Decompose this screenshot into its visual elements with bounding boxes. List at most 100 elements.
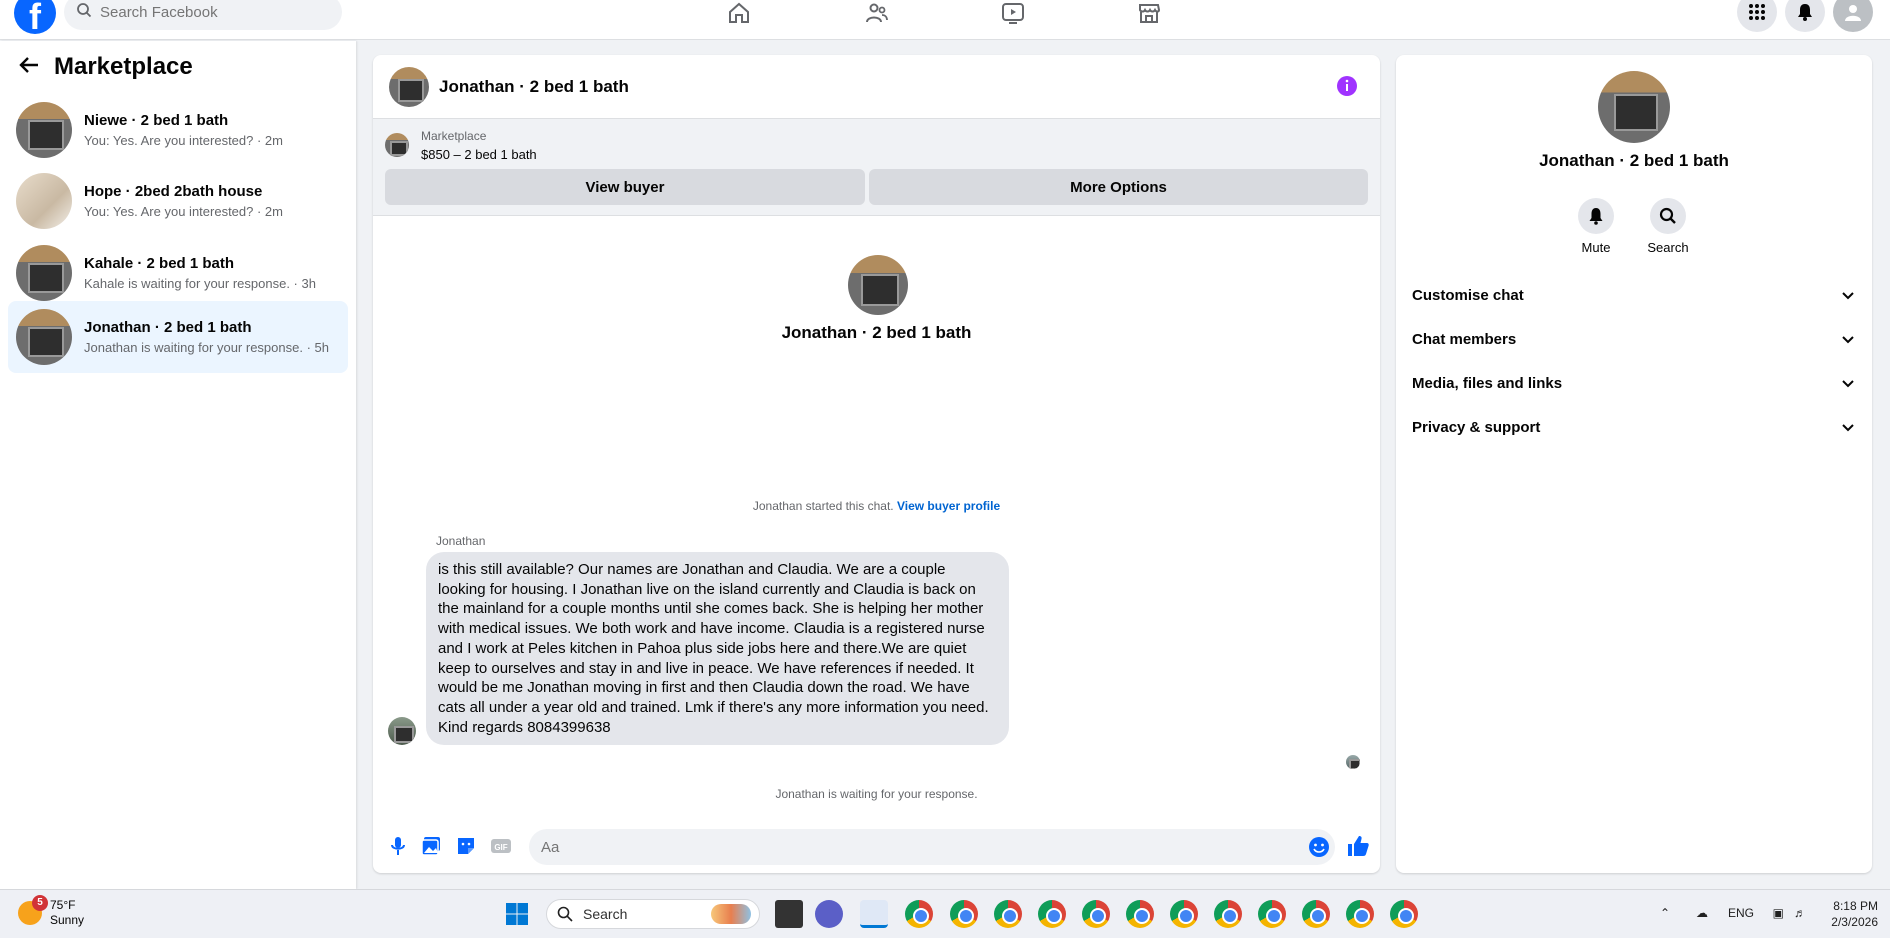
weather-temperature: 75°F <box>50 898 76 912</box>
search-icon <box>557 906 573 922</box>
terminal-app-icon[interactable] <box>775 900 803 928</box>
section-label: Media, files and links <box>1412 374 1563 392</box>
waiting-notice: Jonathan is waiting for your response. <box>775 787 978 801</box>
chrome-profile-icon[interactable] <box>1126 900 1154 928</box>
message-composer: GIF <box>373 825 1380 869</box>
marketplace-listing-bar: Marketplace $850 – 2 bed 1 bath View buy… <box>373 119 1380 216</box>
chevron-up-icon[interactable]: ⌃ <box>1660 906 1670 920</box>
chevron-down-icon <box>1842 424 1854 432</box>
mute-button[interactable]: Mute <box>1566 198 1626 255</box>
conversation-preview: You: Yes. Are you interested? · 2m <box>84 204 283 219</box>
search-icon <box>76 2 92 23</box>
bell-icon <box>1589 208 1603 225</box>
chat-started-notice: Jonathan started this chat. View buyer p… <box>373 499 1380 513</box>
taskbar-search[interactable]: Search <box>546 899 760 929</box>
marketplace-sidebar: Marketplace Niewe · 2 bed 1 bath You: Ye… <box>0 41 356 889</box>
chrome-profile-icon[interactable] <box>1038 900 1066 928</box>
back-arrow-icon[interactable] <box>18 54 54 81</box>
sidebar-title: Marketplace <box>54 53 193 80</box>
conversation-name: Hope · 2bed 2bath house <box>84 183 263 200</box>
chrome-profile-icon[interactable] <box>1302 900 1330 928</box>
view-buyer-button[interactable]: View buyer <box>385 169 865 205</box>
info-icon[interactable] <box>1336 75 1358 97</box>
chevron-down-icon <box>1842 292 1854 300</box>
thumbs-up-icon[interactable] <box>1346 834 1370 858</box>
conversation-item-active[interactable]: Jonathan · 2 bed 1 bath Jonathan is wait… <box>8 301 348 373</box>
seen-indicator-avatar <box>1346 755 1360 769</box>
clock-time: 8:18 PM <box>1833 899 1878 913</box>
chat-avatar[interactable] <box>389 66 429 107</box>
home-icon[interactable] <box>724 0 754 26</box>
chrome-profile-icon[interactable] <box>1346 900 1374 928</box>
chrome-profile-icon[interactable] <box>1082 900 1110 928</box>
listing-mini-thumbnail <box>385 133 409 157</box>
chrome-profile-icon[interactable] <box>1170 900 1198 928</box>
more-options-button[interactable]: More Options <box>869 169 1368 205</box>
listing-thumbnail <box>16 102 72 158</box>
search-in-chat-button[interactable]: Search <box>1638 198 1698 255</box>
friends-icon[interactable] <box>862 0 892 26</box>
notifications-icon[interactable] <box>1785 0 1825 32</box>
emoji-icon[interactable] <box>1308 836 1330 858</box>
weather-badge: 5 <box>32 895 48 911</box>
menu-grid-icon[interactable] <box>1737 0 1777 32</box>
chat-info-name: Jonathan · 2 bed 1 bath <box>1539 151 1729 170</box>
weather-description: Sunny <box>50 913 85 927</box>
conversation-preview: You: Yes. Are you interested? · 2m <box>84 133 283 148</box>
microphone-icon[interactable] <box>387 835 409 857</box>
message-bubble: is this still available? Our names are J… <box>426 552 1009 746</box>
sidebar-header: Marketplace <box>18 53 193 81</box>
listing-price: $850 – 2 bed 1 bath <box>421 147 537 162</box>
message-input[interactable] <box>529 829 1335 865</box>
conversation-item[interactable]: Hope · 2bed 2bath house You: Yes. Are yo… <box>8 165 348 237</box>
chrome-profile-icon[interactable] <box>950 900 978 928</box>
chat-info-panel: Jonathan · 2 bed 1 bath Mute Search Cust… <box>1396 55 1872 873</box>
chrome-profile-icon[interactable] <box>1214 900 1242 928</box>
chrome-profile-icon[interactable] <box>1390 900 1418 928</box>
chat-panel: Jonathan · 2 bed 1 bath Marketplace $850… <box>373 55 1380 873</box>
chrome-profile-icon[interactable] <box>1258 900 1286 928</box>
chat-app-icon[interactable] <box>815 900 843 928</box>
gif-icon[interactable]: GIF <box>490 835 512 857</box>
network-icon[interactable]: ▣ <box>1773 906 1784 920</box>
conversation-name: Jonathan · 2 bed 1 bath <box>84 319 252 336</box>
sender-avatar[interactable] <box>388 717 416 745</box>
conversation-name: Kahale · 2 bed 1 bath <box>84 255 235 272</box>
photo-icon[interactable] <box>420 835 442 857</box>
conversation-name: Niewe · 2 bed 1 bath <box>84 112 229 129</box>
search-icon <box>1659 207 1676 224</box>
windows-start-icon[interactable] <box>505 902 529 926</box>
privacy-support-section[interactable]: Privacy & support <box>1412 407 1856 447</box>
customise-chat-section[interactable]: Customise chat <box>1412 275 1856 315</box>
conversation-item[interactable]: Kahale · 2 bed 1 bath Kahale is waiting … <box>8 237 348 309</box>
mute-label: Mute <box>1581 240 1611 255</box>
search-input[interactable] <box>100 3 320 21</box>
taskbar-search-label: Search <box>583 906 628 922</box>
chat-title[interactable]: Jonathan · 2 bed 1 bath <box>439 77 629 97</box>
weather-widget[interactable]: 5 75°F Sunny <box>18 895 85 928</box>
marketplace-icon[interactable] <box>1134 0 1164 26</box>
sticker-icon[interactable] <box>455 835 477 857</box>
video-icon[interactable] <box>998 0 1028 26</box>
facebook-search[interactable] <box>64 0 342 30</box>
volume-icon[interactable]: ♬ <box>1794 906 1806 920</box>
media-files-links-section[interactable]: Media, files and links <box>1412 363 1856 403</box>
conversation-item[interactable]: Niewe · 2 bed 1 bath You: Yes. Are you i… <box>8 94 348 166</box>
cloud-offline-icon[interactable]: ☁ <box>1696 906 1708 920</box>
chrome-icon[interactable] <box>905 900 933 928</box>
clock-date: 2/3/2026 <box>1831 915 1878 929</box>
facebook-logo[interactable]: f <box>14 0 56 34</box>
clock[interactable]: 8:18 PM 2/3/2026 <box>1831 898 1878 930</box>
view-buyer-profile-link[interactable]: View buyer profile <box>897 499 1000 513</box>
language-indicator[interactable]: ENG <box>1728 906 1754 920</box>
account-avatar[interactable] <box>1833 0 1873 32</box>
section-label: Customise chat <box>1412 286 1524 304</box>
snipping-tool-icon[interactable] <box>860 900 888 928</box>
chevron-down-icon <box>1842 336 1854 344</box>
chrome-profile-icon[interactable] <box>994 900 1022 928</box>
conversation-preview: Kahale is waiting for your response. · 3… <box>84 276 316 291</box>
chat-profile-name: Jonathan · 2 bed 1 bath <box>781 323 972 342</box>
marketplace-label: Marketplace <box>421 129 487 143</box>
section-label: Chat members <box>1412 330 1517 348</box>
chat-members-section[interactable]: Chat members <box>1412 319 1856 359</box>
